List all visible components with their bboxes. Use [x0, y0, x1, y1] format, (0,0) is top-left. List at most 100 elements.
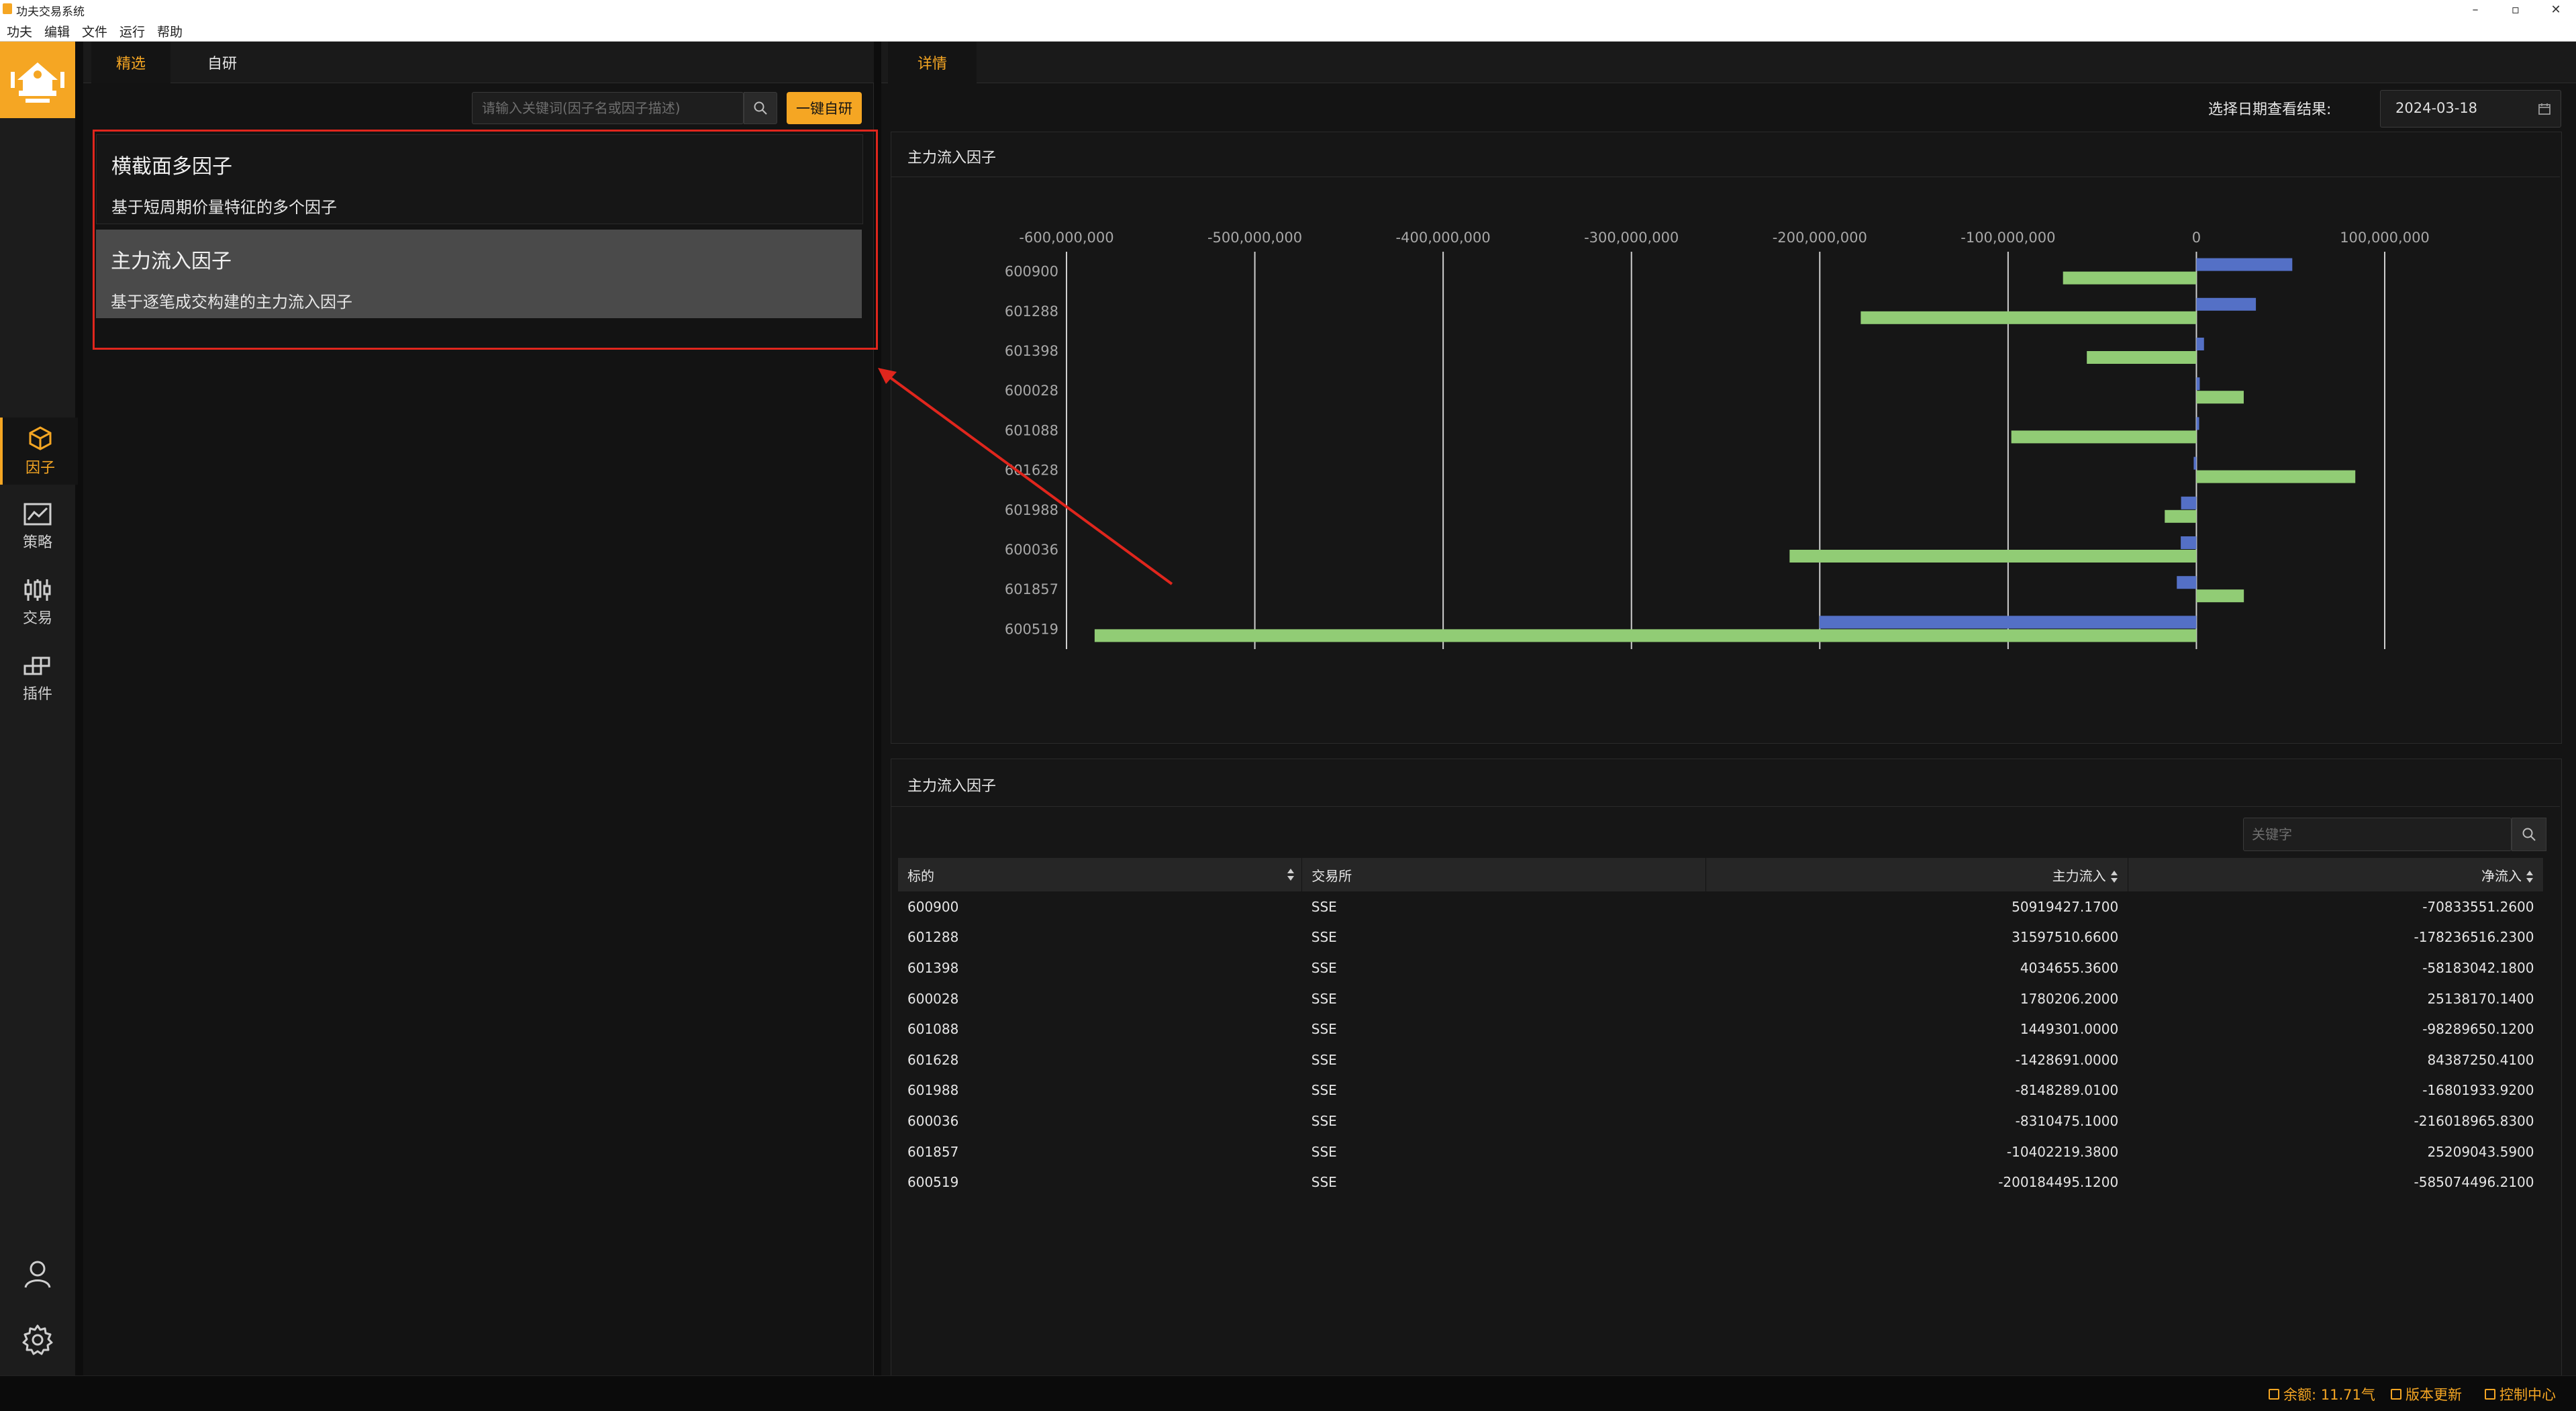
cell-symbol: 601628 [907, 1051, 959, 1068]
user-icon[interactable] [20, 1257, 55, 1292]
update-icon [2391, 1389, 2401, 1400]
x-tick-label: -600,000,000 [1019, 230, 1113, 246]
cell-exchange: SSE [1311, 1082, 1337, 1099]
tab-self-research[interactable]: 自研 [176, 42, 268, 83]
table-row[interactable]: 601628 SSE -1428691.0000 84387250.4100 [898, 1044, 2544, 1075]
date-picker[interactable]: 2024-03-18 [2380, 90, 2561, 128]
menu-file[interactable]: 文件 [82, 22, 107, 40]
table-row[interactable]: 600900 SSE 50919427.1700 -70833551.2600 [898, 891, 2544, 922]
bar-net-inflow [2165, 509, 2197, 523]
cell-exchange: SSE [1311, 1143, 1337, 1160]
table-row[interactable]: 600036 SSE -8310475.1000 -216018965.8300 [898, 1106, 2544, 1136]
cell-net-inflow: 84387250.4100 [2427, 1051, 2534, 1068]
col-symbol-header[interactable]: 标的 [898, 858, 1303, 891]
cell-main-inflow: 1780206.2000 [2020, 990, 2119, 1007]
sort-icon[interactable] [2110, 869, 2118, 884]
tab-detail[interactable]: 详情 [888, 42, 977, 83]
table-row[interactable]: 601988 SSE -8148289.0100 -16801933.9200 [898, 1075, 2544, 1106]
y-tick-label: 601398 [1005, 343, 1058, 359]
bar-main-inflow [2181, 496, 2197, 509]
factor-search-box [472, 92, 744, 124]
nav-item-factor[interactable]: 因子 [0, 418, 78, 485]
bar-main-inflow [2196, 417, 2199, 430]
search-icon [2522, 828, 2536, 841]
cell-symbol: 600028 [907, 990, 959, 1007]
bar-main-inflow [2177, 576, 2197, 589]
x-tick-label: -100,000,000 [1961, 230, 2055, 246]
table-row[interactable]: 601398 SSE 4034655.3600 -58183042.1800 [898, 953, 2544, 983]
close-button[interactable]: ✕ [2536, 0, 2576, 19]
restore-button[interactable]: ▫ [2495, 0, 2536, 19]
sort-icon[interactable] [1287, 867, 1295, 882]
bar-net-inflow [2011, 430, 2197, 444]
bar-net-inflow [2196, 391, 2244, 404]
y-tick-label: 600519 [1005, 621, 1058, 637]
col-net-inflow-label: 净流入 [2481, 867, 2522, 884]
quick-research-button[interactable]: 一键自研 [787, 92, 862, 124]
factor-search-button[interactable] [744, 92, 777, 124]
kungfu-logo-icon [11, 62, 64, 103]
table-row[interactable]: 601857 SSE -10402219.3800 25209043.5900 [898, 1136, 2544, 1167]
factor-search-input[interactable] [473, 93, 710, 124]
nav-item-trade[interactable]: 交易 [0, 569, 75, 636]
menu-kungfu[interactable]: 功夫 [7, 22, 32, 40]
update-status[interactable]: 版本更新 [2391, 1384, 2462, 1404]
control-center-text: 控制中心 [2499, 1387, 2556, 1403]
cell-symbol: 600519 [907, 1174, 959, 1191]
sort-icon[interactable] [2526, 869, 2534, 884]
bar-net-inflow [1789, 550, 2197, 563]
annotation-arrow [878, 368, 1173, 585]
table-row[interactable]: 601088 SSE 1449301.0000 -98289650.1200 [898, 1014, 2544, 1044]
x-tick-label: -200,000,000 [1773, 230, 1867, 246]
cell-symbol: 600900 [907, 898, 959, 915]
highlight-box [93, 130, 878, 350]
menu-edit[interactable]: 编辑 [44, 22, 70, 40]
tab-selected[interactable]: 精选 [91, 42, 170, 83]
cell-main-inflow: 1449301.0000 [2020, 1021, 2119, 1038]
bar-main-inflow [1819, 616, 2197, 629]
bar-main-inflow [2196, 297, 2257, 311]
col-main-inflow-header[interactable]: 主力流入 [1705, 858, 2128, 891]
keyword-search-button[interactable] [2512, 818, 2546, 851]
keyword-input[interactable] [2244, 818, 2511, 850]
y-tick-label: 601288 [1005, 303, 1058, 320]
minimize-button[interactable]: – [2455, 0, 2495, 19]
bar-net-inflow [2196, 470, 2356, 483]
table-row[interactable]: 600028 SSE 1780206.2000 25138170.1400 [898, 983, 2544, 1014]
table-row[interactable]: 600519 SSE -200184495.1200 -585074496.2100 [898, 1167, 2544, 1198]
settings-gear-icon[interactable] [20, 1322, 55, 1357]
table-row[interactable]: 601288 SSE 31597510.6600 -178236516.2300 [898, 922, 2544, 953]
menu-help[interactable]: 帮助 [157, 22, 183, 40]
cube-icon [29, 426, 52, 450]
bar-net-inflow [1861, 311, 2197, 324]
control-center-status[interactable]: 控制中心 [2485, 1384, 2556, 1404]
search-icon [754, 101, 767, 115]
cell-exchange: SSE [1311, 929, 1337, 946]
status-bar: 余额: 11.71气 版本更新 控制中心 [0, 1375, 2576, 1411]
bar-main-inflow [2193, 456, 2197, 470]
app-logo[interactable] [0, 42, 75, 118]
bar-main-inflow [2196, 258, 2293, 271]
x-tick-label: 0 [2192, 230, 2201, 246]
table-title: 主力流入因子 [907, 778, 997, 795]
candlestick-icon [24, 579, 51, 601]
menu-run[interactable]: 运行 [119, 22, 145, 40]
cell-main-inflow: 31597510.6600 [2012, 929, 2119, 946]
date-value: 2024-03-18 [2395, 100, 2478, 116]
nav-item-strategy[interactable]: 策略 [0, 493, 75, 561]
cell-symbol: 601288 [907, 929, 959, 946]
cell-main-inflow: -1428691.0000 [2015, 1051, 2119, 1068]
title-bar: 功夫交易系统 – ▫ ✕ [0, 0, 2576, 19]
cell-net-inflow: -58183042.1800 [2422, 959, 2534, 976]
cell-net-inflow: -98289650.1200 [2422, 1021, 2534, 1038]
line-chart-icon [23, 503, 52, 526]
bar-net-inflow [2087, 351, 2197, 364]
balance-status[interactable]: 余额: 11.71气 [2269, 1384, 2375, 1404]
bar-net-inflow [2196, 589, 2244, 603]
x-tick-label: -300,000,000 [1584, 230, 1679, 246]
col-net-inflow-header[interactable]: 净流入 [2128, 858, 2544, 891]
y-tick-label: 600900 [1005, 264, 1058, 280]
nav-item-plugin[interactable]: 插件 [0, 645, 75, 712]
cell-exchange: SSE [1311, 1021, 1337, 1038]
col-exchange-label: 交易所 [1311, 867, 1352, 884]
